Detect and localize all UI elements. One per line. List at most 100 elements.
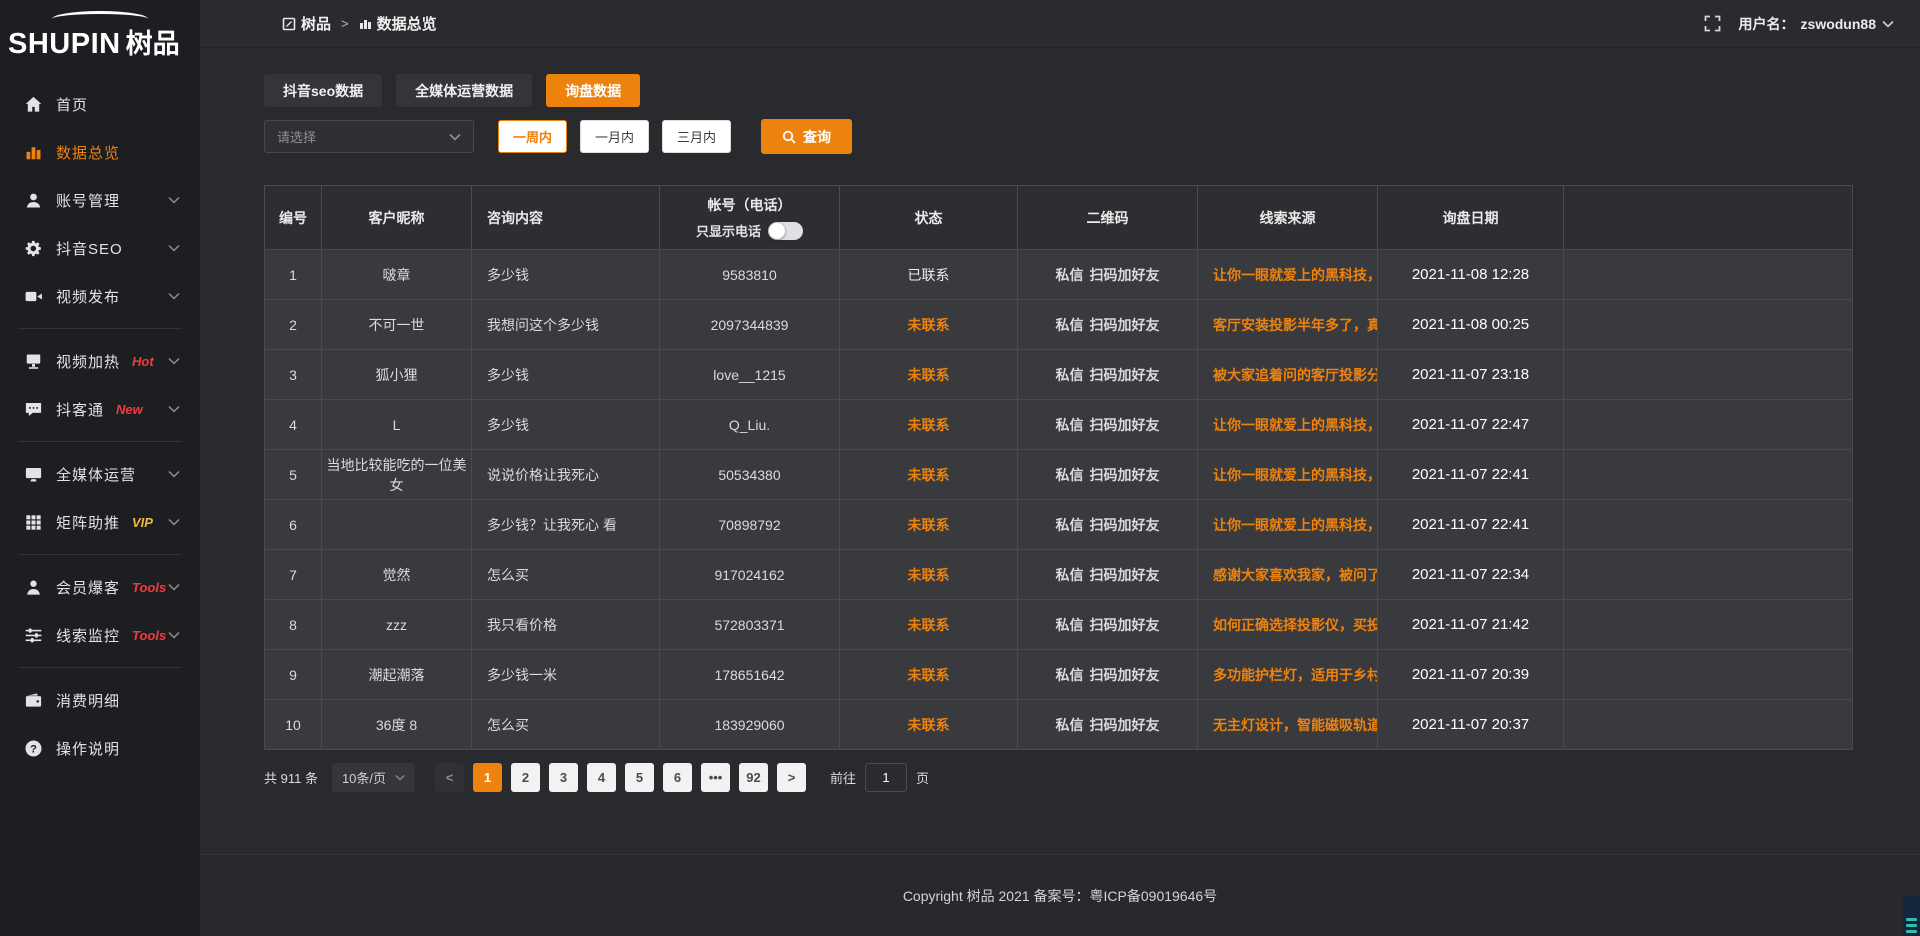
qr-link[interactable]: 扫码加好友	[1090, 417, 1160, 433]
cell-inquiry: 我只看价格	[472, 600, 660, 650]
prev-page-button[interactable]: <	[435, 763, 464, 792]
cell-nickname: 觉然	[322, 550, 472, 600]
col-header-empty	[1564, 186, 1853, 250]
chevron-down-icon	[168, 292, 180, 300]
topbar-right: 用户名：zswodun88	[1704, 14, 1894, 34]
qr-link[interactable]: 私信	[1056, 417, 1084, 433]
tab-douyin-seo-data[interactable]: 抖音seo数据	[264, 74, 382, 107]
qr-link[interactable]: 扫码加好友	[1090, 517, 1160, 533]
home-icon	[24, 95, 43, 114]
cell-empty	[1564, 650, 1853, 700]
sidebar-item-video-heat[interactable]: 视频加热Hot	[0, 337, 200, 385]
qr-link[interactable]: 私信	[1056, 567, 1084, 583]
qr-link[interactable]: 私信	[1056, 317, 1084, 333]
qr-link[interactable]: 私信	[1056, 467, 1084, 483]
jump-page-input[interactable]	[865, 763, 907, 792]
account-select[interactable]: 请选择	[264, 120, 474, 153]
range-button-1[interactable]: 一月内	[580, 120, 649, 153]
sidebar-item-member-baoke[interactable]: 会员爆客Tools	[0, 563, 200, 611]
tab-media-operation-data[interactable]: 全媒体运营数据	[396, 74, 532, 107]
col-header-status: 状态	[840, 186, 1018, 250]
brand-logo[interactable]: SHUPIN树品	[0, 8, 200, 66]
tab-inquiry-data[interactable]: 询盘数据	[546, 74, 640, 107]
cell-nickname: 狐小狸	[322, 350, 472, 400]
cell-source[interactable]: 客厅安装投影半年多了，真实...	[1198, 300, 1378, 350]
cell-empty	[1564, 400, 1853, 450]
cell-inquiry: 怎么买	[472, 550, 660, 600]
sidebar-item-badge: VIP	[132, 515, 153, 530]
page-button-5[interactable]: 5	[625, 763, 654, 792]
cell-source[interactable]: 让你一眼就爱上的黑科技，能...	[1198, 250, 1378, 300]
sidebar-item-badge: Hot	[132, 354, 154, 369]
breadcrumb-home[interactable]: 树品	[301, 13, 331, 34]
main-area: 树品 > 数据总览 用户名：zswodun88	[200, 0, 1920, 936]
cell-qrcode: 私信扫码加好友	[1018, 650, 1198, 700]
logo-text-cn: 树品	[126, 29, 180, 59]
copyright-text: Copyright 树品 2021 备案号：粤ICP备09019646号	[903, 886, 1217, 906]
qr-link[interactable]: 扫码加好友	[1090, 617, 1160, 633]
sidebar-item-data-overview[interactable]: 数据总览	[0, 128, 200, 176]
sidebar-item-matrix-boost[interactable]: 矩阵助推VIP	[0, 498, 200, 546]
breadcrumb-separator: >	[341, 16, 349, 31]
page-button-2[interactable]: 2	[511, 763, 540, 792]
qr-link[interactable]: 扫码加好友	[1090, 717, 1160, 733]
next-page-button[interactable]: >	[777, 763, 806, 792]
table-header-row: 编号 客户昵称 咨询内容 帐号（电话） 只显示电话 状态 二维码 线索来源	[265, 186, 1853, 250]
query-button[interactable]: 查询	[761, 119, 852, 154]
cell-empty	[1564, 500, 1853, 550]
phone-only-label: 只显示电话	[696, 221, 761, 240]
cell-no: 1	[265, 250, 322, 300]
qr-link[interactable]: 扫码加好友	[1090, 317, 1160, 333]
qr-link[interactable]: 私信	[1056, 367, 1084, 383]
phone-only-toggle[interactable]	[768, 222, 803, 240]
cell-source[interactable]: 如何正确选择投影仪，买投影...	[1198, 600, 1378, 650]
cell-source[interactable]: 让你一眼就爱上的黑科技，能...	[1198, 450, 1378, 500]
sidebar-item-douyin-seo[interactable]: 抖音SEO	[0, 224, 200, 272]
fullscreen-icon[interactable]	[1704, 15, 1721, 32]
user-menu[interactable]: 用户名：zswodun88	[1739, 14, 1894, 34]
page-button-6[interactable]: 6	[663, 763, 692, 792]
sidebar-item-video-publish[interactable]: 视频发布	[0, 272, 200, 320]
page-button-4[interactable]: 4	[587, 763, 616, 792]
cell-nickname: zzz	[322, 600, 472, 650]
sidebar-item-operation-guide[interactable]: ?操作说明	[0, 724, 200, 772]
cell-source[interactable]: 多功能护栏灯，适用于乡村文...	[1198, 650, 1378, 700]
wallet-icon	[24, 691, 43, 710]
sidebar-item-douketong[interactable]: 抖客通New	[0, 385, 200, 433]
qr-link[interactable]: 私信	[1056, 517, 1084, 533]
qr-link[interactable]: 私信	[1056, 667, 1084, 683]
page-button-3[interactable]: 3	[549, 763, 578, 792]
sidebar-item-home[interactable]: 首页	[0, 80, 200, 128]
cell-empty	[1564, 350, 1853, 400]
cell-source[interactable]: 无主灯设计，智能磁吸轨道灯...	[1198, 700, 1378, 750]
sliders-icon	[24, 626, 43, 645]
floating-widget[interactable]	[1903, 896, 1920, 936]
range-button-0[interactable]: 一周内	[498, 120, 567, 153]
chevron-down-icon	[168, 631, 180, 639]
cell-source[interactable]: 感谢大家喜欢我家，被问了好...	[1198, 550, 1378, 600]
qr-link[interactable]: 私信	[1056, 267, 1084, 283]
qr-link[interactable]: 扫码加好友	[1090, 467, 1160, 483]
qr-link[interactable]: 扫码加好友	[1090, 267, 1160, 283]
qr-link[interactable]: 扫码加好友	[1090, 367, 1160, 383]
page-ellipsis-button[interactable]: •••	[701, 763, 730, 792]
cell-no: 2	[265, 300, 322, 350]
sidebar-item-consumption-detail[interactable]: 消费明细	[0, 676, 200, 724]
qr-link[interactable]: 扫码加好友	[1090, 567, 1160, 583]
qr-link[interactable]: 私信	[1056, 617, 1084, 633]
sidebar-item-account-management[interactable]: 账号管理	[0, 176, 200, 224]
cell-source[interactable]: 被大家追着问的客厅投影分享...	[1198, 350, 1378, 400]
per-page-select[interactable]: 10条/页	[332, 763, 415, 792]
page-button-1[interactable]: 1	[473, 763, 502, 792]
cell-source[interactable]: 让你一眼就爱上的黑科技，能...	[1198, 500, 1378, 550]
sidebar-item-clue-monitor[interactable]: 线索监控Tools	[0, 611, 200, 659]
range-button-2[interactable]: 三月内	[662, 120, 731, 153]
username-label: 用户名：	[1739, 14, 1795, 34]
qr-link[interactable]: 私信	[1056, 717, 1084, 733]
select-placeholder: 请选择	[277, 127, 316, 146]
qr-link[interactable]: 扫码加好友	[1090, 667, 1160, 683]
cell-source[interactable]: 让你一眼就爱上的黑科技，能...	[1198, 400, 1378, 450]
svg-text:?: ?	[30, 743, 37, 755]
sidebar-item-media-operation[interactable]: 全媒体运营	[0, 450, 200, 498]
page-button-92[interactable]: 92	[739, 763, 768, 792]
